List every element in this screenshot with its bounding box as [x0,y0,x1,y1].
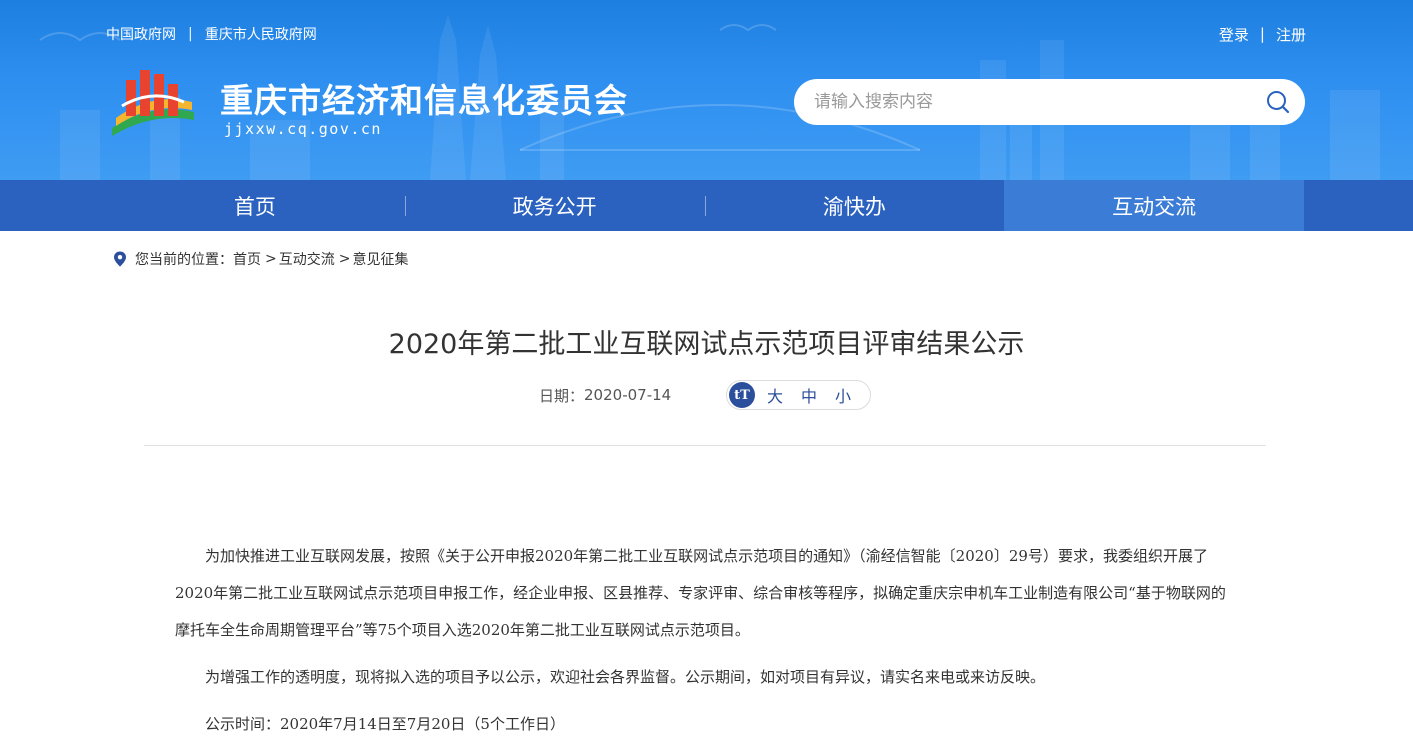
top-links: 中国政府网 | 重庆市人民政府网 [106,24,317,44]
date-value: 2020-07-14 [584,386,672,404]
breadcrumb-item-home[interactable]: 首页 [233,249,261,269]
breadcrumb: 您当前的位置： 首页 > 互动交流 > 意见征集 [113,249,408,269]
breadcrumb-item-solicitation[interactable]: 意见征集 [352,249,408,269]
article-date: 日期： 2020-07-14 [539,380,671,410]
register-link[interactable]: 注册 [1276,24,1306,45]
font-size-switcher: tT 大 中 小 [726,380,871,410]
top-link-cq-gov[interactable]: 重庆市人民政府网 [205,24,317,44]
main-nav: 首页 政务公开 渝快办 互动交流 [0,180,1413,231]
login-link[interactable]: 登录 [1219,24,1249,45]
search-icon[interactable] [1265,89,1291,115]
article-content: 为加快推进工业互联网发展，按照《关于公开申报2020年第二批工业互联网试点示范项… [175,538,1230,743]
article-title: 2020年第二批工业互联网试点示范项目评审结果公示 [388,329,1025,360]
nav-item-yukuaiban[interactable]: 渝快办 [704,180,1005,231]
top-link-separator: | [188,26,193,42]
search-input[interactable] [814,92,1265,112]
nav-item-home[interactable]: 首页 [105,180,405,231]
title-divider [144,445,1266,446]
font-size-large-button[interactable]: 大 [767,383,783,407]
font-size-icon: tT [729,382,755,408]
article-paragraph: 为增强工作的透明度，现将拟入选的项目予以公示，欢迎社会各界监督。公示期间，如对项… [205,668,1046,686]
date-label: 日期： [539,386,585,405]
site-title[interactable]: 重庆市经济和信息化委员会 [220,74,628,122]
site-header: 中国政府网 | 重庆市人民政府网 登录 | 注册 重庆市经济和信息化委员会 jj… [0,0,1413,180]
font-size-medium-button[interactable]: 中 [801,383,817,407]
nav-item-interaction[interactable]: 互动交流 [1004,180,1304,231]
breadcrumb-item-interaction[interactable]: 互动交流 [279,249,335,269]
auth-links: 登录 | 注册 [1219,24,1306,44]
site-logo-icon[interactable] [106,62,198,142]
article-paragraph: 公示时间：2020年7月14日至7月20日（5个工作日） [205,715,565,733]
top-link-gov-cn[interactable]: 中国政府网 [106,24,176,44]
breadcrumb-separator: > [338,251,351,267]
site-domain: jjxxw.cq.gov.cn [224,120,382,138]
location-pin-icon [114,251,126,267]
breadcrumb-prefix: 您当前的位置： [135,252,233,268]
auth-separator: | [1259,25,1265,43]
article-paragraph: 为加快推进工业互联网发展，按照《关于公开申报2020年第二批工业互联网试点示范项… [175,547,1226,639]
breadcrumb-separator: > [265,251,277,267]
search-box [794,79,1305,125]
font-size-small-button[interactable]: 小 [835,383,851,407]
nav-item-government-affairs[interactable]: 政务公开 [404,180,705,231]
